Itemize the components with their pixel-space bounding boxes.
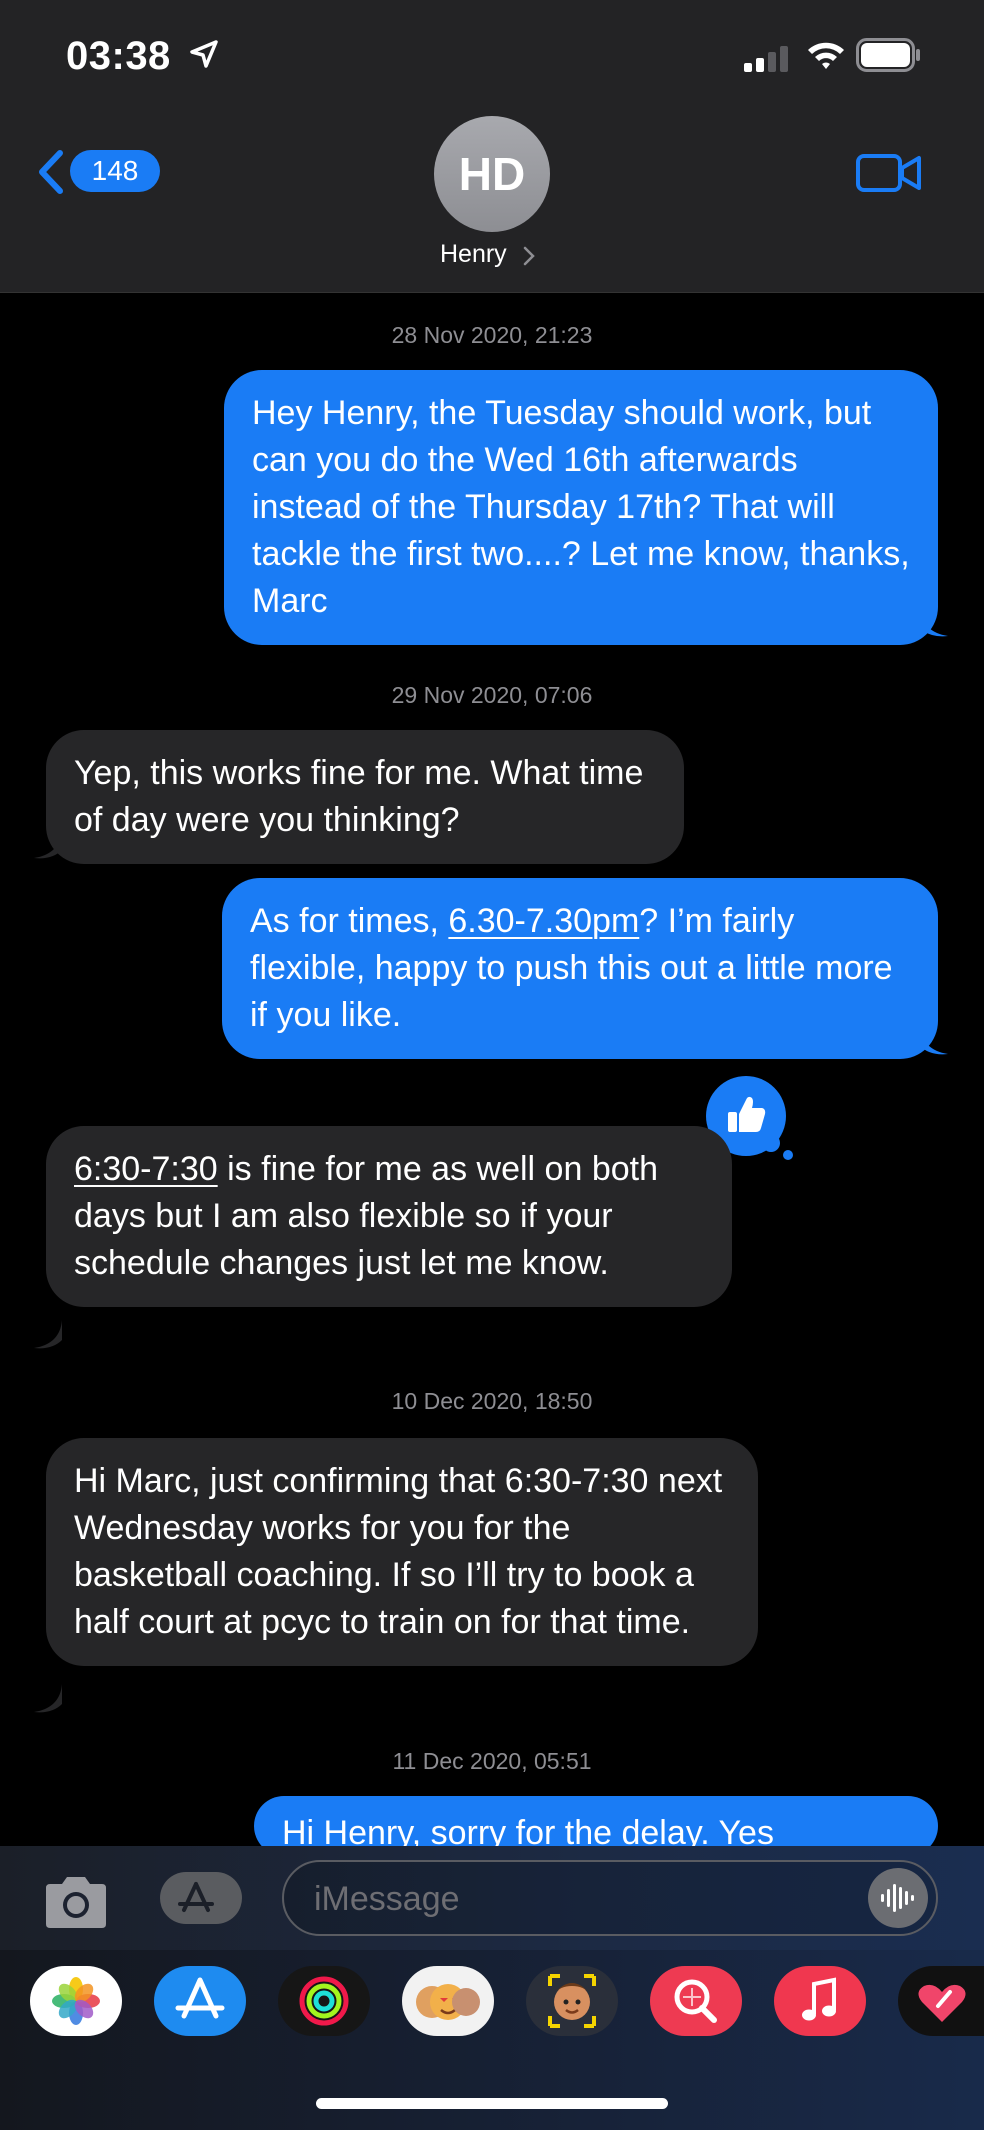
app-store-icon: [178, 1882, 214, 1912]
photos-app-icon[interactable]: [30, 1966, 122, 2036]
chevron-right-icon: [523, 246, 535, 266]
app-store-button[interactable]: [160, 1872, 242, 1924]
contact-avatar[interactable]: HD: [434, 116, 550, 232]
home-indicator[interactable]: [316, 2098, 668, 2109]
digital-touch-icon[interactable]: [898, 1966, 984, 2036]
bubble-tail: [34, 830, 62, 859]
cellular-signal-icon: [744, 46, 788, 72]
memoji-stickers-icon[interactable]: [402, 1966, 494, 2036]
incoming-message[interactable]: Yep, this works fine for me. What time o…: [46, 730, 684, 864]
imessage-input[interactable]: iMessage: [282, 1860, 938, 1936]
bubble-tail: [34, 1320, 62, 1349]
message-timestamp: 28 Nov 2020, 21:23: [391, 322, 593, 348]
message-timestamp: 29 Nov 2020, 07:06: [391, 682, 593, 708]
time-link[interactable]: 6.30-7.30pm: [448, 902, 639, 940]
outgoing-message[interactable]: As for times, 6.30-7.30pm? I’m fairly fl…: [222, 878, 938, 1059]
unread-count-badge: 148: [70, 150, 160, 192]
bubble-tail: [34, 1684, 62, 1713]
conversation-header: 03:38 148 HD Henry: [0, 0, 984, 293]
battery-icon: [856, 38, 920, 72]
bubble-tail: [920, 608, 948, 637]
facetime-video-icon[interactable]: [856, 152, 922, 194]
bubble-tail: [920, 1026, 948, 1055]
message-input-bar: iMessage: [0, 1846, 984, 1950]
location-arrow-icon: [190, 40, 218, 68]
music-app-icon[interactable]: [774, 1966, 866, 2036]
memoji-icon[interactable]: [526, 1966, 618, 2036]
camera-icon[interactable]: [40, 1874, 112, 1930]
contact-name[interactable]: Henry: [440, 240, 507, 269]
status-time: 03:38: [66, 34, 171, 78]
outgoing-message[interactable]: Hey Henry, the Tuesday should work, but …: [224, 370, 938, 645]
incoming-message[interactable]: Hi Marc, just confirming that 6:30-7:30 …: [46, 1438, 758, 1666]
thumbs-up-icon: [728, 1096, 766, 1132]
message-timestamp: 11 Dec 2020, 05:51: [392, 1748, 592, 1774]
imessage-placeholder: iMessage: [314, 1880, 460, 1918]
wifi-icon: [808, 42, 844, 69]
image-search-icon[interactable]: [650, 1966, 742, 2036]
audio-message-button[interactable]: [868, 1868, 928, 1928]
tapback-tail-dot: [762, 1134, 780, 1152]
activity-app-icon[interactable]: [278, 1966, 370, 2036]
waveform-icon: [881, 1884, 914, 1912]
tapback-tail-dot: [783, 1150, 793, 1160]
back-button[interactable]: 148: [36, 146, 160, 196]
imessage-app-drawer: [0, 1950, 984, 2130]
app-store-drawer-icon[interactable]: [154, 1966, 246, 2036]
chevron-left-icon: [39, 150, 63, 194]
message-timestamp: 10 Dec 2020, 18:50: [391, 1388, 593, 1414]
time-link[interactable]: 6:30-7:30: [74, 1150, 218, 1188]
incoming-message[interactable]: 6:30-7:30 is fine for me as well on both…: [46, 1126, 732, 1307]
